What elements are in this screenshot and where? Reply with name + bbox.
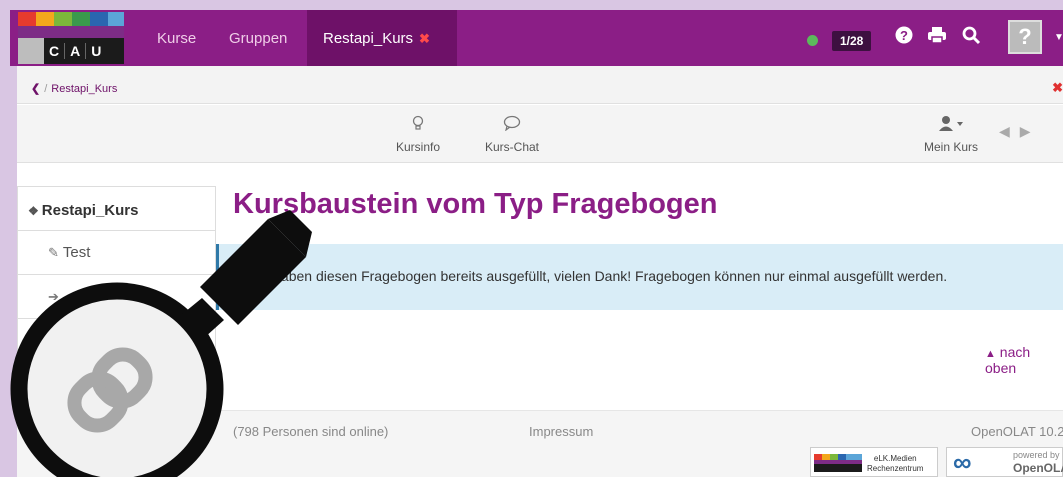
close-tab-icon[interactable]: ✖	[419, 31, 430, 46]
mein-kurs-label: Mein Kurs	[924, 140, 979, 154]
search-icon[interactable]	[962, 26, 981, 50]
login-icon: ➔	[48, 289, 59, 304]
course-toolbar: Kursinfo Kurs-Chat Mein Kurs ◀▶	[17, 105, 1063, 163]
chevron-up-icon: ▲	[985, 348, 996, 360]
openolat-logo[interactable]: ∞ powered by OpenOLAT	[946, 447, 1063, 477]
info-alert: Sie haben diesen Fragebogen bereits ausg…	[216, 244, 1063, 310]
chevron-down-icon[interactable]: ▼	[1054, 32, 1063, 43]
breadcrumb: ❮ / Restapi_Kurs ✖	[17, 66, 1063, 104]
user-avatar[interactable]: ?	[1008, 20, 1042, 54]
print-icon[interactable]	[927, 26, 947, 49]
badge-text: powered by	[1013, 450, 1060, 460]
logo-letter: A	[65, 43, 87, 59]
back-icon[interactable]: ❮	[31, 83, 40, 95]
cau-mini-logo	[814, 454, 862, 472]
impressum-link[interactable]: Impressum	[529, 424, 593, 439]
breadcrumb-item[interactable]: Restapi_Kurs	[51, 83, 117, 95]
close-course-icon[interactable]: ✖	[1052, 80, 1063, 96]
page-title: Kursbaustein vom Typ Fragebogen	[233, 188, 718, 220]
main-content-area: ❮ / Restapi_Kurs ✖ Kursinfo Kurs-Chat Mein…	[17, 66, 1063, 477]
tab-restapi-kurs[interactable]: Restapi_Kurs ✖	[307, 10, 457, 66]
badge-text: OpenOLAT	[1013, 461, 1063, 475]
cube-icon: ❖	[28, 204, 39, 218]
footer: (798 Personen sind online) Impressum Ope…	[17, 410, 1063, 477]
nav-gruppen[interactable]: Gruppen	[229, 30, 287, 47]
kursinfo-button[interactable]: Kursinfo	[396, 115, 440, 154]
help-icon[interactable]: ?	[895, 26, 913, 49]
edit-icon: ✎	[48, 245, 59, 260]
user-icon	[924, 115, 978, 136]
breadcrumb-separator: /	[44, 83, 48, 95]
kurs-chat-button[interactable]: Kurs-Chat	[485, 115, 539, 154]
previous-icon[interactable]: ◀	[999, 123, 1020, 139]
menu-item-test[interactable]: ✎ Test	[18, 231, 215, 275]
version-text: OpenOLAT 10.2	[971, 424, 1063, 439]
nav-kurse[interactable]: Kurse	[157, 30, 196, 47]
course-menu-title-label: Restapi_Kurs	[41, 202, 139, 219]
kurs-chat-label: Kurs-Chat	[485, 140, 540, 154]
online-status-icon	[807, 35, 818, 46]
tab-label: Restapi_Kurs	[323, 30, 414, 47]
next-icon[interactable]: ▶	[1020, 123, 1041, 139]
course-menu-title[interactable]: ❖ Restapi_Kurs	[18, 187, 215, 231]
lightbulb-icon	[396, 115, 440, 136]
course-navigation: ◀▶	[999, 123, 1041, 140]
menu-item-label: Test	[62, 244, 91, 261]
back-to-top-link[interactable]: ▲ nach oben	[985, 344, 1063, 376]
cau-logo[interactable]: C A U	[18, 12, 124, 64]
elk-medien-logo[interactable]: eLK.Medien Rechenzentrum	[810, 447, 938, 477]
infinity-icon: ∞	[953, 447, 972, 477]
chat-icon	[485, 115, 539, 136]
kursinfo-label: Kursinfo	[396, 140, 441, 154]
online-users-text[interactable]: (798 Personen sind online)	[233, 424, 388, 439]
mein-kurs-button[interactable]: Mein Kurs	[924, 115, 978, 154]
logo-letter: C	[44, 43, 66, 59]
badge-text: Rechenzentrum	[867, 464, 924, 473]
online-counter-badge[interactable]: 1/28	[832, 31, 872, 51]
logo-letter: U	[91, 43, 102, 59]
top-navbar: C A U Kurse Gruppen Restapi_Kurs ✖ 1/28 ?…	[10, 10, 1063, 66]
svg-text:?: ?	[900, 28, 908, 43]
badge-text: eLK.Medien	[873, 454, 917, 463]
course-menu: ❖ Restapi_Kurs ✎ Test ➔	[17, 186, 216, 386]
menu-item-link[interactable]: ➔	[18, 275, 215, 319]
